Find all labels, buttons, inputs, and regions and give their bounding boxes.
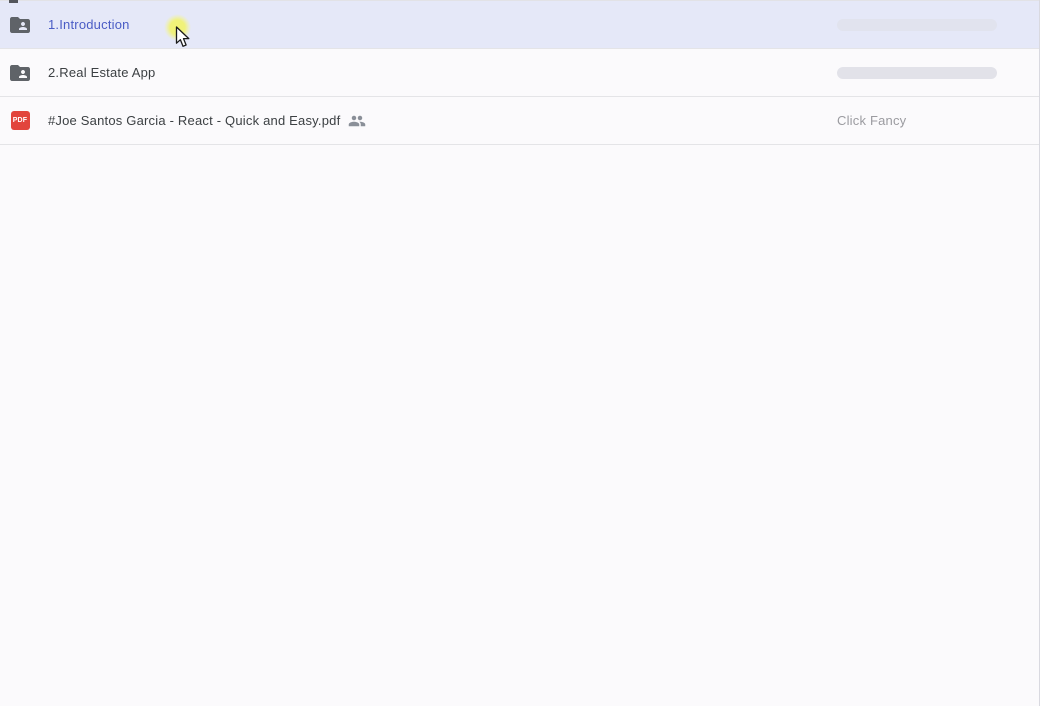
row-right-zone — [837, 66, 997, 79]
row-right-zone — [837, 18, 997, 31]
pdf-badge: PDF — [10, 111, 30, 130]
loading-skeleton-bar — [837, 66, 997, 79]
loading-skeleton-bar — [837, 18, 997, 31]
shared-folder-icon — [8, 61, 32, 85]
row-right-zone: Click Fancy — [837, 113, 997, 128]
file-name: #Joe Santos Garcia - React - Quick and E… — [48, 113, 341, 128]
file-name: 1.Introduction — [48, 17, 130, 32]
people-icon — [348, 112, 366, 130]
file-row-react-pdf[interactable]: PDF #Joe Santos Garcia - React - Quick a… — [0, 97, 1040, 145]
click-fancy-label: Click Fancy — [837, 113, 907, 128]
pdf-file-icon: PDF — [8, 109, 32, 133]
file-list: 1.Introduction 2.Real Estate App PDF #Jo… — [0, 0, 1040, 145]
cropped-icon-fragment — [9, 0, 18, 3]
file-row-real-estate-folder[interactable]: 2.Real Estate App — [0, 49, 1040, 97]
shared-folder-icon — [8, 13, 32, 37]
file-name: 2.Real Estate App — [48, 65, 156, 80]
file-row-introduction-folder[interactable]: 1.Introduction — [0, 1, 1040, 49]
